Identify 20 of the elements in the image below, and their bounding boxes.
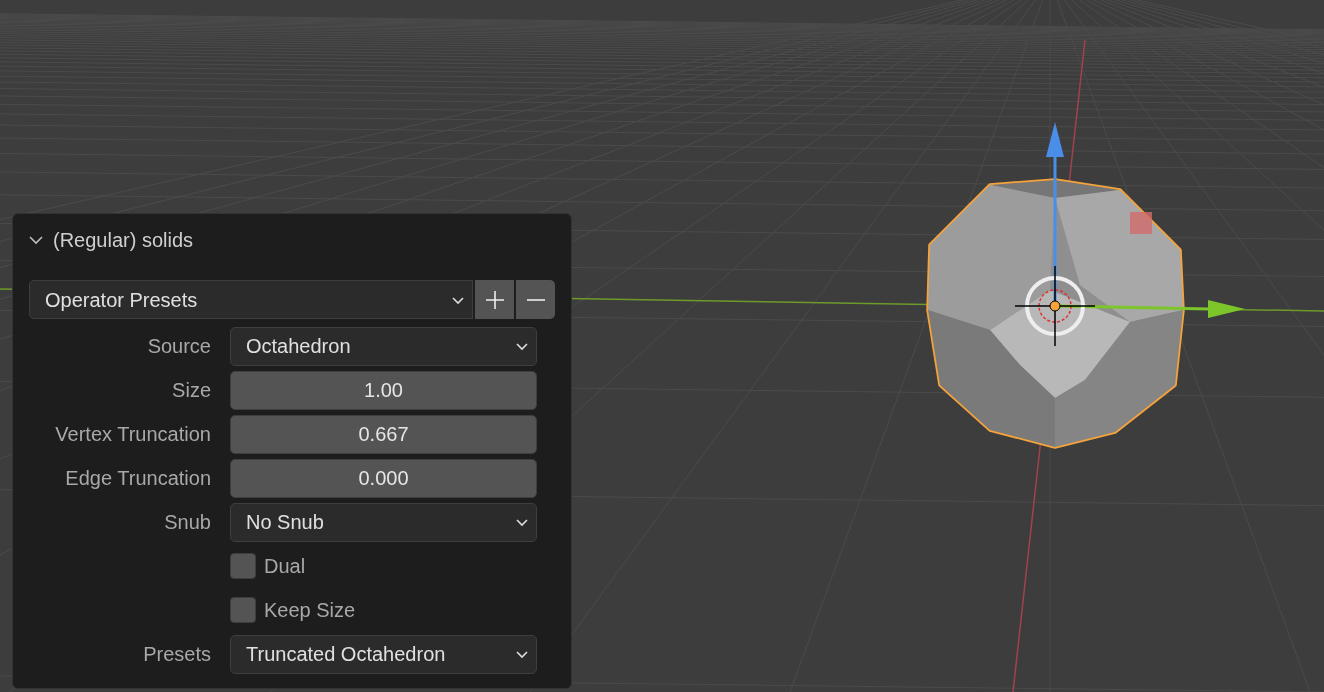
plus-icon xyxy=(484,289,505,310)
minus-icon xyxy=(526,298,545,301)
presets-dropdown[interactable]: Operator Presets xyxy=(29,280,474,319)
number-field[interactable]: 0.667 xyxy=(230,414,537,454)
dropdown[interactable]: Octahedron xyxy=(230,326,537,366)
number-field[interactable]: 0.000 xyxy=(230,458,537,498)
field-label: Snub xyxy=(163,510,212,535)
number-field[interactable]: 1.00 xyxy=(230,370,537,410)
field-label: Vertex Truncation xyxy=(54,422,212,447)
dropdown[interactable]: Truncated Octahedron xyxy=(230,634,537,674)
add-preset-button[interactable] xyxy=(475,280,515,319)
checkbox[interactable]: Keep Size xyxy=(230,595,356,625)
remove-preset-button[interactable] xyxy=(516,280,555,319)
field-label: Size xyxy=(171,378,212,403)
field-label: Source xyxy=(146,334,212,359)
dropdown[interactable]: No Snub xyxy=(230,502,537,542)
panel-title: (Regular) solids xyxy=(53,228,194,253)
field-label: Presets xyxy=(142,642,212,667)
checkbox[interactable]: Dual xyxy=(230,551,306,581)
field-label: Edge Truncation xyxy=(64,466,212,491)
